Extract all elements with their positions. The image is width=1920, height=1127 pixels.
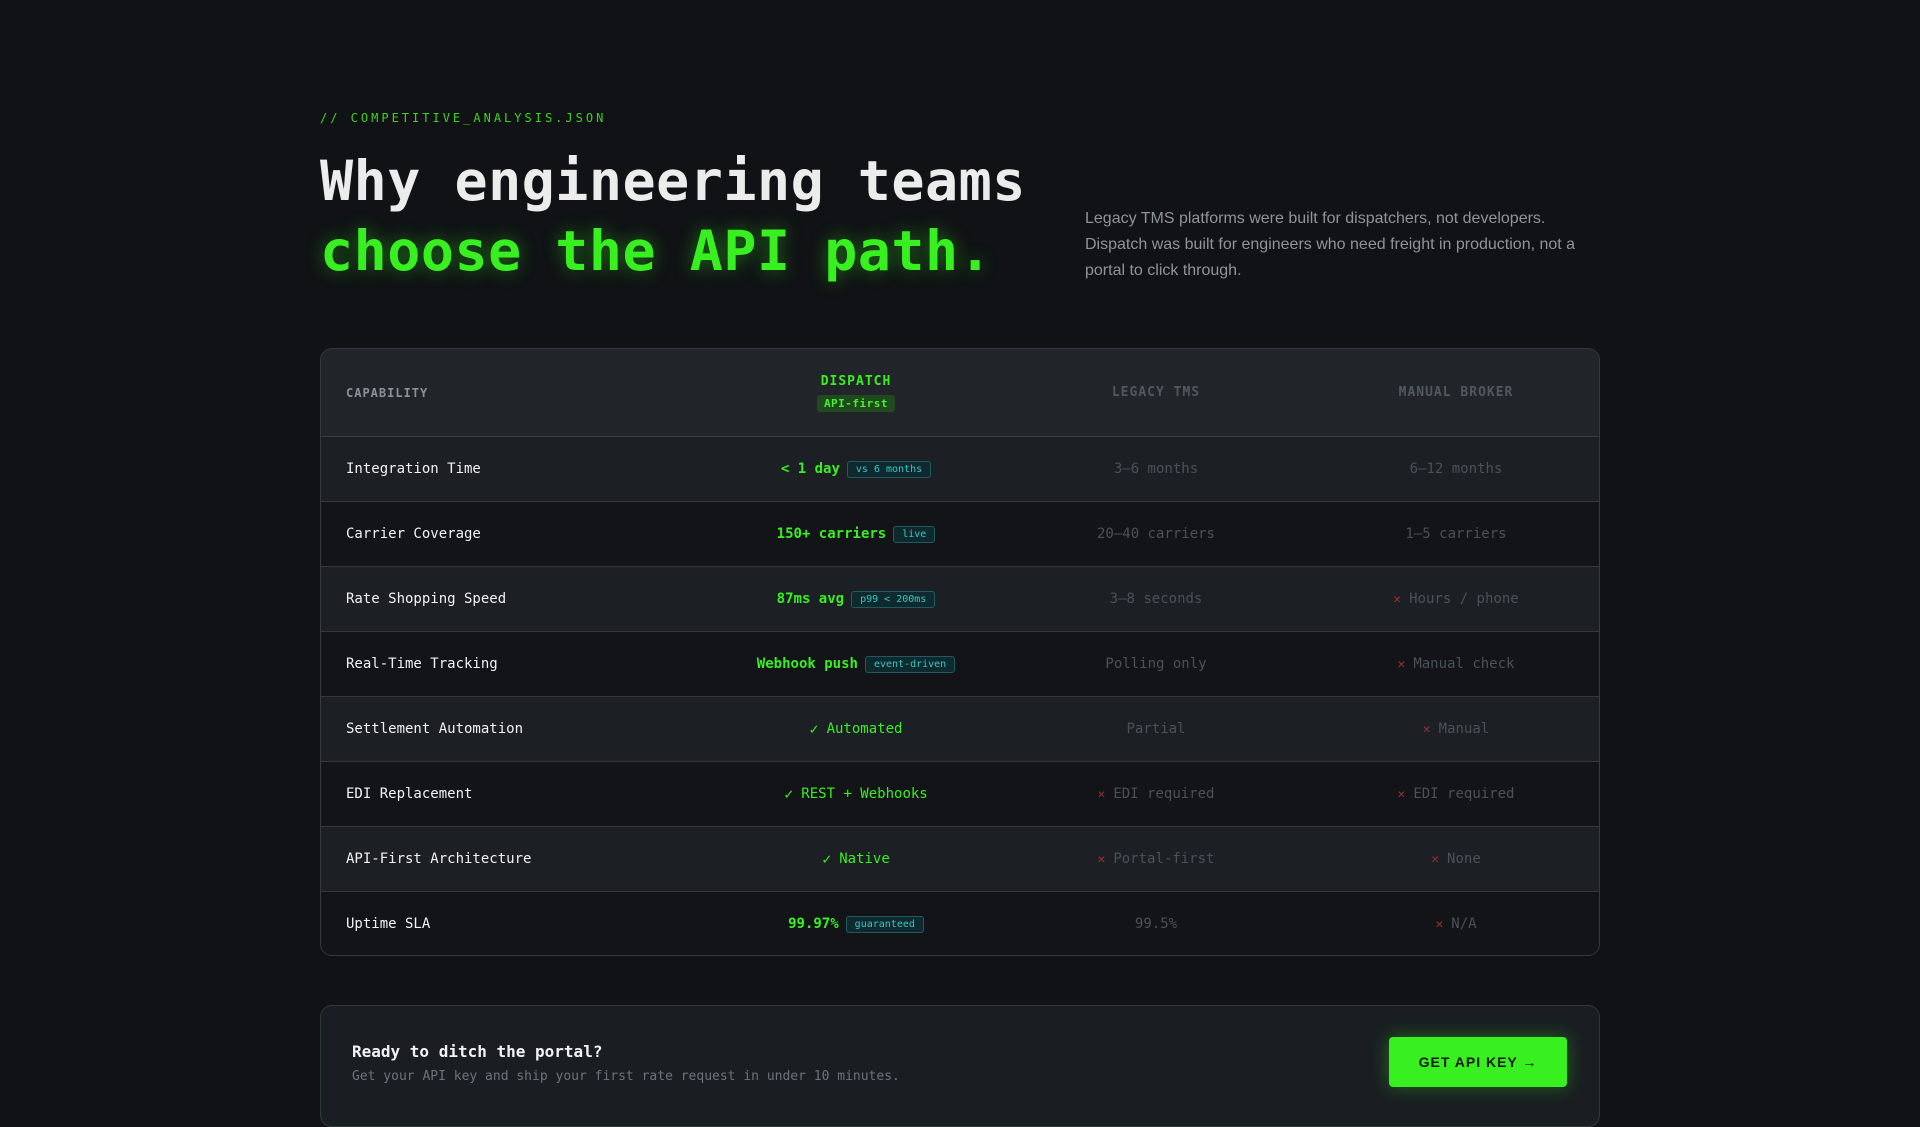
column-dispatch: DISPATCH API-first <box>731 349 981 436</box>
title-line-1: Why engineering teams <box>320 149 1026 213</box>
dispatch-cell: ✓ REST + Webhooks <box>731 762 981 826</box>
table-row: Settlement Automation ✓ Automated Partia… <box>321 697 1599 762</box>
broker-cell: 1–5 carriers <box>1405 526 1507 542</box>
table-header: CAPABILITY DISPATCH API-first LEGACY TMS… <box>321 349 1599 437</box>
cta-panel: Ready to ditch the portal? Get your API … <box>320 1005 1600 1127</box>
table-row: Real-Time Tracking Webhook push event-dr… <box>321 632 1599 697</box>
table-row: Rate Shopping Speed 87ms avg p99 < 200ms… <box>321 567 1599 632</box>
table-row: EDI Replacement ✓ REST + Webhooks ✕ EDI … <box>321 762 1599 827</box>
dispatch-badge: vs 6 months <box>846 460 932 478</box>
broker-cell: ✕ None <box>1331 827 1581 891</box>
dispatch-value: 99.97% <box>788 916 839 932</box>
broker-cell: ✕ Manual <box>1331 697 1581 761</box>
dispatch-value: 87ms avg <box>776 591 845 607</box>
capability-cell: API-First Architecture <box>346 851 532 867</box>
broker-cell: 6–12 months <box>1409 461 1503 477</box>
dispatch-value: < 1 day <box>780 461 840 477</box>
comparison-table: CAPABILITY DISPATCH API-first LEGACY TMS… <box>320 348 1600 956</box>
legacy-cell: 3–6 months <box>1113 461 1199 477</box>
capability-cell: Rate Shopping Speed <box>346 591 507 607</box>
broker-value: Manual <box>1438 721 1490 737</box>
column-manual-broker: MANUAL BROKER <box>1398 385 1514 400</box>
column-dispatch-label: DISPATCH <box>820 373 892 389</box>
check-icon: ✓ <box>784 785 794 803</box>
broker-value: Hours / phone <box>1409 591 1519 607</box>
column-legacy-tms: LEGACY TMS <box>1111 385 1201 400</box>
x-icon: ✕ <box>1422 721 1431 737</box>
legacy-cell: 99.5% <box>1134 916 1178 932</box>
dispatch-cell: 87ms avg p99 < 200ms <box>731 567 981 631</box>
legacy-cell: 20–40 carriers <box>1096 526 1215 542</box>
cta-title: Ready to ditch the portal? <box>352 1042 603 1061</box>
legacy-cell: Polling only <box>1105 656 1207 672</box>
title-line-2: choose the API path. <box>320 219 993 283</box>
broker-value: Manual check <box>1413 656 1515 672</box>
table-row: Uptime SLA 99.97% guaranteed 99.5% ✕ N/A <box>321 892 1599 955</box>
dispatch-cell: ✓ Native <box>731 827 981 891</box>
x-icon: ✕ <box>1097 851 1106 867</box>
dispatch-cell: 150+ carriers live <box>731 502 981 566</box>
capability-cell: Integration Time <box>346 461 481 477</box>
legacy-cell: 3–8 seconds <box>1109 591 1203 607</box>
dispatch-cell: 99.97% guaranteed <box>731 892 981 955</box>
dispatch-cell: ✓ Automated <box>731 697 981 761</box>
broker-value: N/A <box>1451 916 1477 932</box>
dispatch-badge: live <box>893 525 936 543</box>
dispatch-badge: event-driven <box>864 655 956 673</box>
table-row: Carrier Coverage 150+ carriers live 20–4… <box>321 502 1599 567</box>
table-row: API-First Architecture ✓ Native ✕ Portal… <box>321 827 1599 892</box>
dispatch-badge: guaranteed <box>845 915 924 933</box>
x-icon: ✕ <box>1397 786 1406 802</box>
broker-cell: ✕ EDI required <box>1331 762 1581 826</box>
x-icon: ✕ <box>1097 786 1106 802</box>
lead-paragraph: Legacy TMS platforms were built for disp… <box>1085 210 1576 279</box>
x-icon: ✕ <box>1397 656 1406 672</box>
capability-cell: Settlement Automation <box>346 721 524 737</box>
table-row: Integration Time < 1 day vs 6 months 3–6… <box>321 437 1599 502</box>
capability-cell: Real-Time Tracking <box>346 656 498 672</box>
x-icon: ✕ <box>1435 916 1444 932</box>
dispatch-value: 150+ carriers <box>776 526 887 542</box>
check-icon: ✓ <box>822 850 832 868</box>
legacy-value: EDI required <box>1113 786 1215 802</box>
api-first-pill: API-first <box>816 394 896 412</box>
broker-cell: ✕ N/A <box>1331 892 1581 955</box>
cta-subtitle: Get your API key and ship your first rat… <box>352 1069 900 1084</box>
capability-cell: EDI Replacement <box>346 786 473 802</box>
legacy-cell: ✕ EDI required <box>1031 762 1281 826</box>
dispatch-value: REST + Webhooks <box>801 786 928 802</box>
broker-value: None <box>1447 851 1481 867</box>
dispatch-cell: Webhook push event-driven <box>731 632 981 696</box>
legacy-cell: ✕ Portal-first <box>1031 827 1281 891</box>
dispatch-value: Native <box>839 851 890 867</box>
check-icon: ✓ <box>809 720 819 738</box>
column-capability: CAPABILITY <box>346 385 429 400</box>
capability-cell: Uptime SLA <box>346 916 431 932</box>
page-title: Why engineering teams choose the API pat… <box>320 146 1026 286</box>
broker-cell: ✕ Manual check <box>1331 632 1581 696</box>
x-icon: ✕ <box>1393 591 1402 607</box>
dispatch-badge: p99 < 200ms <box>851 590 936 608</box>
eyebrow-label: // COMPETITIVE_ANALYSIS.JSON <box>320 111 607 125</box>
dispatch-value: Webhook push <box>756 656 858 672</box>
dispatch-value: Automated <box>826 721 903 737</box>
legacy-cell: Partial <box>1126 721 1186 737</box>
legacy-value: Portal-first <box>1113 851 1215 867</box>
dispatch-cell: < 1 day vs 6 months <box>731 437 981 501</box>
broker-cell: ✕ Hours / phone <box>1331 567 1581 631</box>
x-icon: ✕ <box>1431 851 1440 867</box>
broker-value: EDI required <box>1413 786 1515 802</box>
capability-cell: Carrier Coverage <box>346 526 481 542</box>
